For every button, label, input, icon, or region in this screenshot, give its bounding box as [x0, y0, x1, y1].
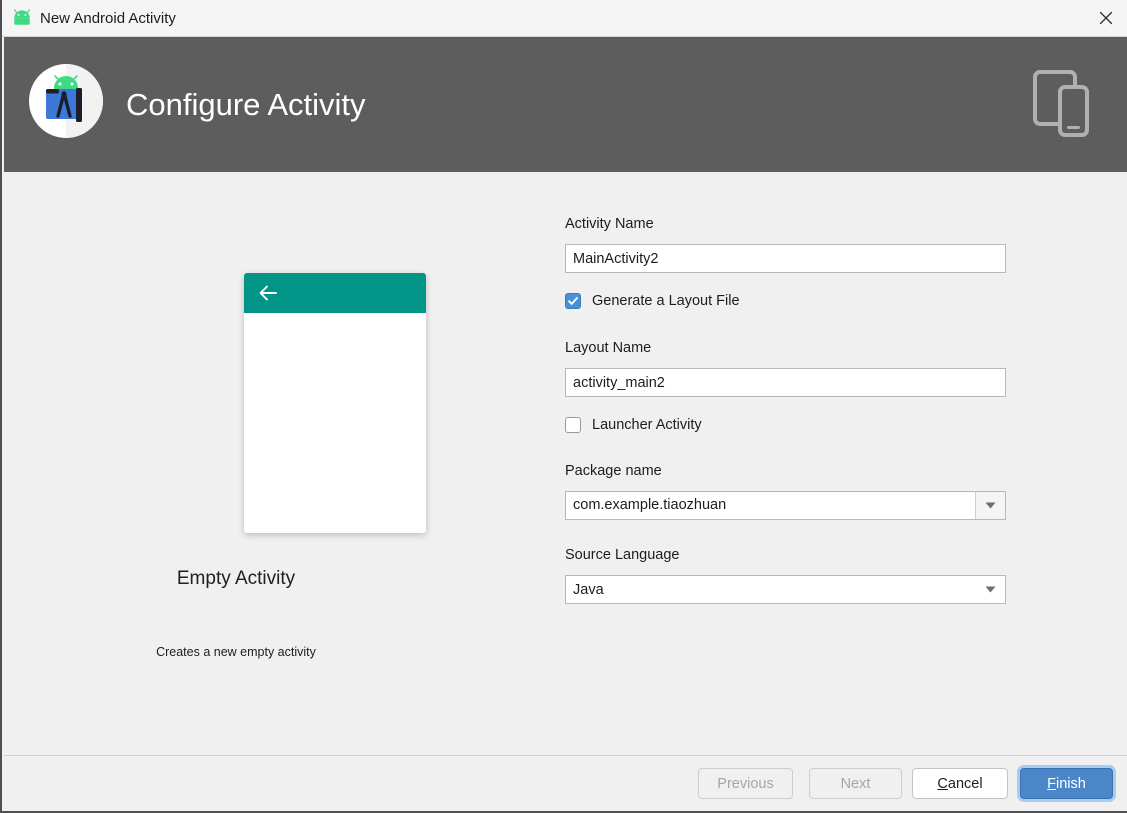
chevron-down-icon[interactable]	[975, 492, 1005, 519]
preview-app-bar	[244, 273, 426, 313]
template-name: Empty Activity	[176, 568, 296, 589]
layout-name-label: Layout Name	[565, 340, 652, 356]
dialog-footer: Previous Next Cancel Finish	[4, 756, 1127, 811]
back-arrow-icon	[258, 284, 278, 302]
dialog-header: Configure Activity	[4, 37, 1127, 172]
previous-button[interactable]: Previous	[698, 768, 793, 799]
cancel-button[interactable]: Cancel	[912, 768, 1008, 799]
generate-layout-file-label: Generate a Layout File	[592, 293, 740, 309]
android-robot-icon	[12, 9, 32, 27]
finish-button-mnemonic: F	[1047, 775, 1057, 792]
checkbox-unchecked-icon	[565, 417, 581, 433]
next-button[interactable]: Next	[809, 768, 902, 799]
launcher-activity-checkbox[interactable]: Launcher Activity	[565, 416, 702, 434]
previous-button-label: Previous	[717, 775, 774, 792]
source-language-value: Java	[573, 581, 604, 598]
window-title: New Android Activity	[40, 10, 176, 27]
cancel-button-mnemonic: C	[937, 775, 948, 792]
package-name-label: Package name	[565, 463, 662, 479]
activity-preview-thumbnail	[244, 273, 426, 533]
new-android-activity-dialog: New Android Activity Configure Activity …	[0, 0, 1127, 813]
source-language-dropdown[interactable]: Java	[565, 575, 1006, 604]
next-button-label: Next	[840, 775, 871, 792]
finish-button-label: inish	[1056, 775, 1086, 792]
finish-button[interactable]: Finish	[1020, 768, 1113, 799]
package-name-value[interactable]: com.example.tiaozhuan	[566, 492, 975, 519]
template-description: Creates a new empty activity	[156, 645, 316, 659]
activity-name-input[interactable]	[565, 244, 1006, 273]
window-title-bar: New Android Activity	[2, 0, 1127, 37]
package-name-combobox[interactable]: com.example.tiaozhuan	[565, 491, 1006, 520]
close-icon[interactable]	[1083, 0, 1127, 36]
source-language-label: Source Language	[565, 547, 680, 563]
tablet-and-phone-icon	[1019, 65, 1099, 141]
launcher-activity-label: Launcher Activity	[592, 417, 702, 433]
generate-layout-file-checkbox[interactable]: Generate a Layout File	[565, 292, 740, 310]
checkbox-checked-icon	[565, 293, 581, 309]
layout-name-input[interactable]	[565, 368, 1006, 397]
chevron-down-icon[interactable]	[976, 586, 1005, 593]
android-studio-logo-icon	[28, 63, 104, 139]
activity-name-label: Activity Name	[565, 216, 654, 232]
page-title: Configure Activity	[126, 87, 366, 122]
cancel-button-label: ancel	[947, 775, 983, 792]
dialog-body: Empty Activity Creates a new empty activ…	[4, 172, 1127, 755]
